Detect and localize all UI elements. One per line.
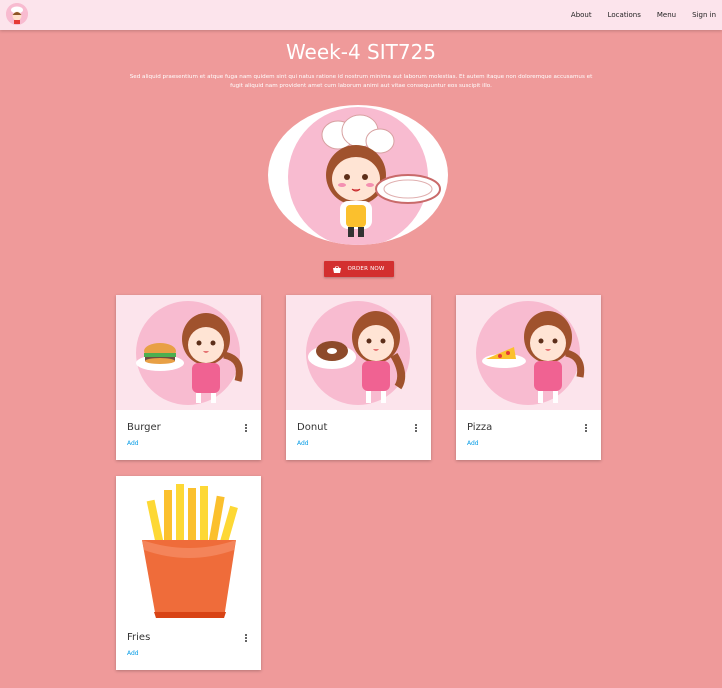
card-title-burger: Burger xyxy=(127,422,161,433)
card-title-pizza: Pizza xyxy=(467,422,493,433)
page-title: Week-4 SIT725 xyxy=(285,40,437,64)
intro-text-line-1: Sed aliquid praesentium et atque fuga na… xyxy=(129,74,593,80)
card-title-fries: Fries xyxy=(127,632,151,643)
more-vert-icon[interactable] xyxy=(584,423,588,435)
card-image-burger[interactable] xyxy=(116,295,261,410)
navbar: About Locations Menu Sign in xyxy=(0,0,722,30)
order-now-button[interactable]: ORDER NOW xyxy=(324,261,394,277)
basket-icon xyxy=(333,265,342,273)
card-image-donut[interactable] xyxy=(286,295,431,410)
intro-text: Sed aliquid praesentium et atque fuga na… xyxy=(106,73,616,91)
card-add-link-pizza[interactable]: Add xyxy=(467,440,479,447)
nav-about-link[interactable]: About xyxy=(571,11,592,19)
chef-logo-icon[interactable] xyxy=(6,3,28,25)
card-add-link-burger[interactable]: Add xyxy=(127,440,139,447)
nav-links: About Locations Menu Sign in xyxy=(555,0,716,30)
nav-signin-link[interactable]: Sign in xyxy=(692,11,716,19)
more-vert-icon[interactable] xyxy=(414,423,418,435)
card-burger: Burger Add xyxy=(116,295,261,460)
intro-text-line-2: fugit aliquid nam provident amet cum lab… xyxy=(230,83,492,89)
card-add-link-donut[interactable]: Add xyxy=(297,440,309,447)
card-image-pizza[interactable] xyxy=(456,295,601,410)
card-donut: Donut Add xyxy=(286,295,431,460)
card-image-fries[interactable] xyxy=(116,476,261,624)
card-title-donut: Donut xyxy=(297,422,328,433)
hero-chef-image xyxy=(268,105,448,245)
more-vert-icon[interactable] xyxy=(244,633,248,645)
card-add-link-fries[interactable]: Add xyxy=(127,650,139,657)
nav-menu-link[interactable]: Menu xyxy=(657,11,676,19)
order-now-label: ORDER NOW xyxy=(347,266,385,272)
card-pizza: Pizza Add xyxy=(456,295,601,460)
nav-locations-link[interactable]: Locations xyxy=(608,11,641,19)
more-vert-icon[interactable] xyxy=(244,423,248,435)
card-fries: Fries Add xyxy=(116,476,261,670)
